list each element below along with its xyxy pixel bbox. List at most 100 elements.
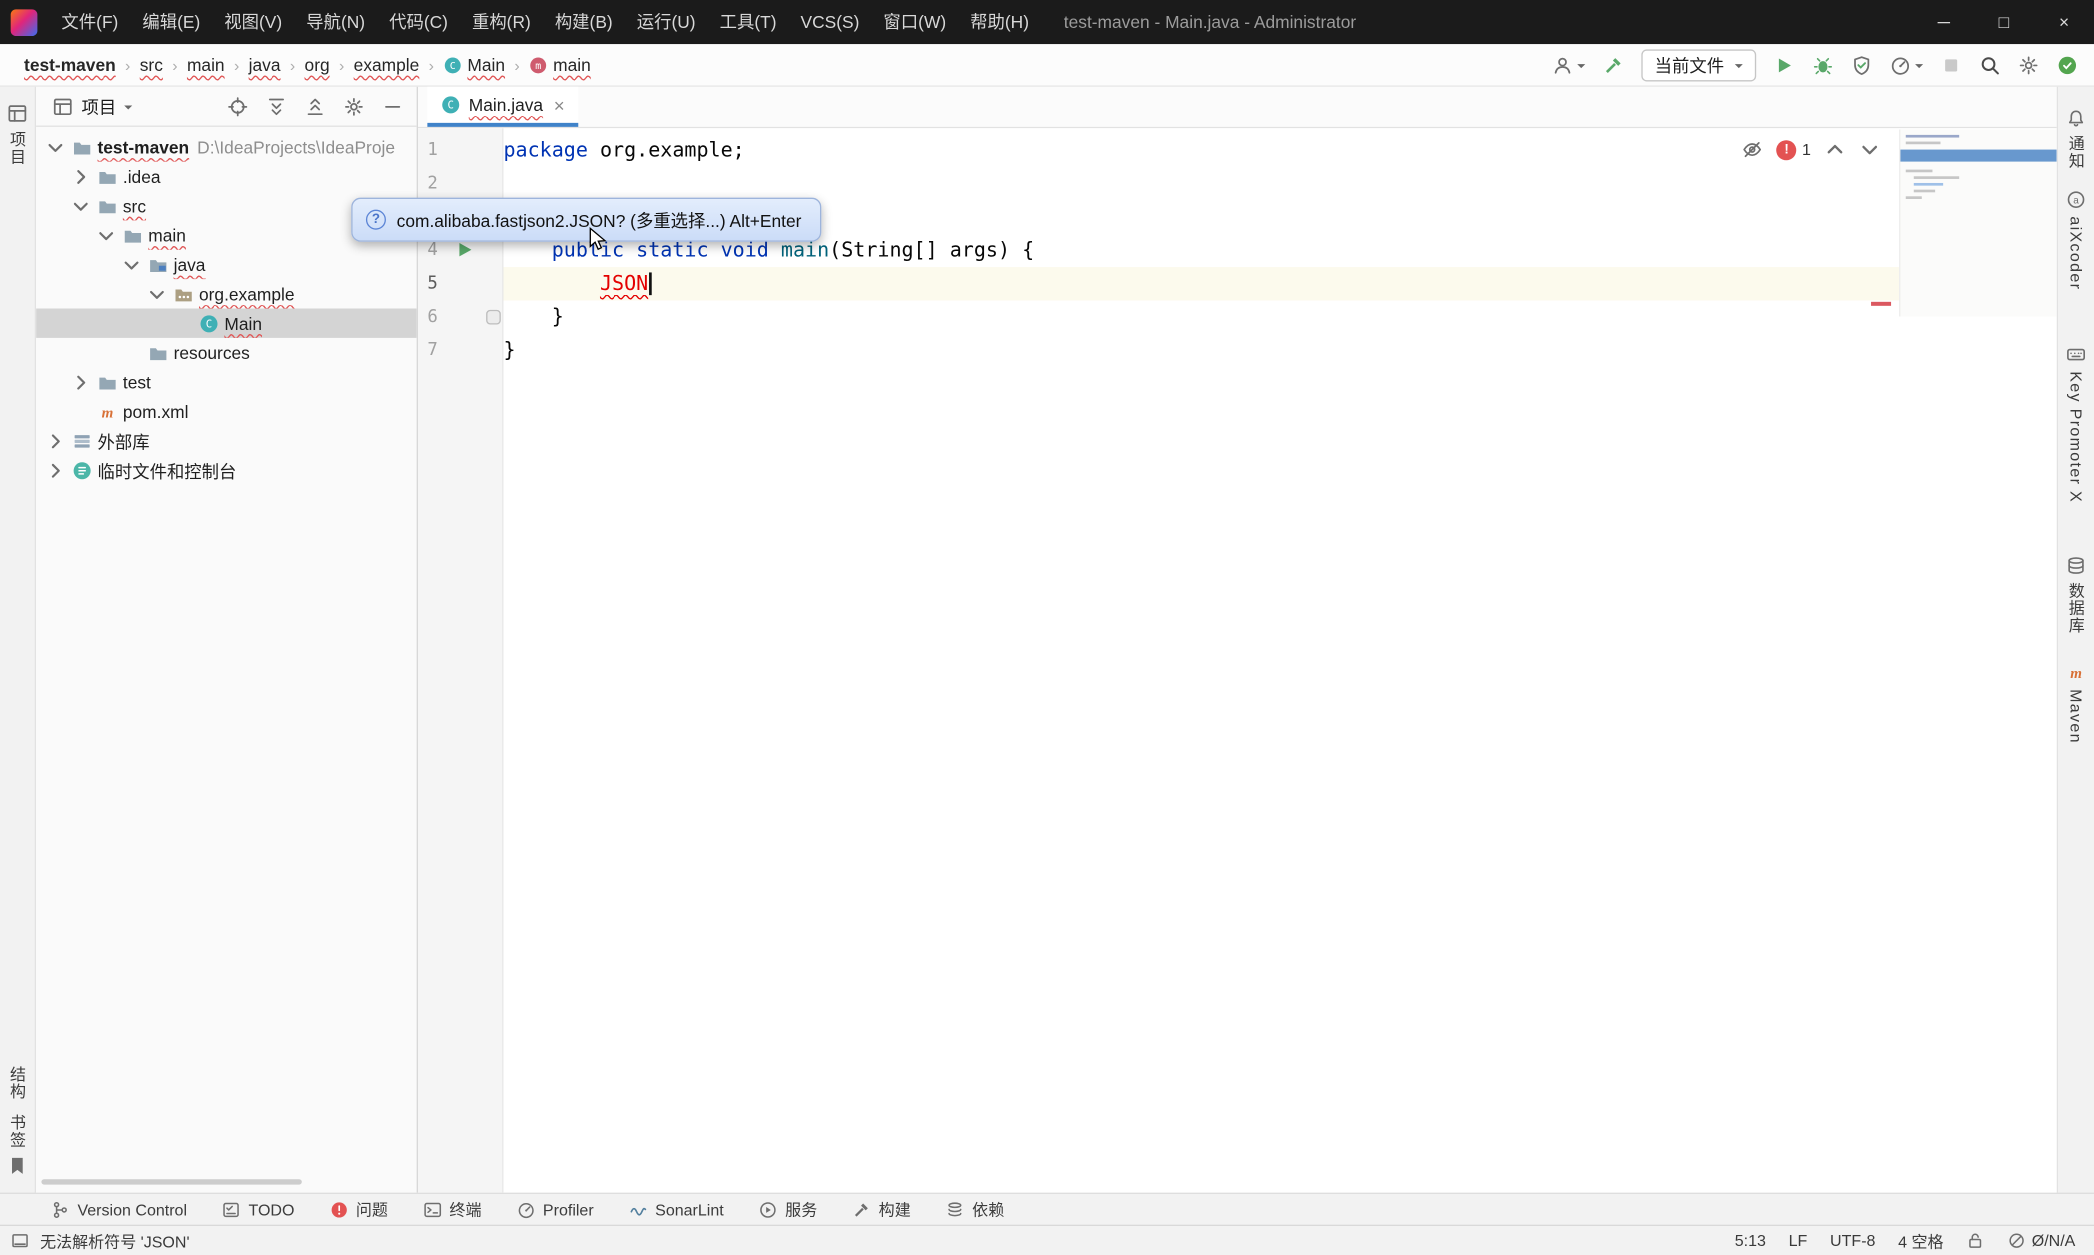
tool-window-构建-button[interactable]: 构建 bbox=[852, 1198, 911, 1221]
breadcrumb-item-main[interactable]: mmain bbox=[529, 55, 591, 75]
tree-item-main[interactable]: CMain bbox=[36, 309, 417, 338]
tab-main-java[interactable]: C Main.java × bbox=[427, 87, 578, 127]
breadcrumb-item-org[interactable]: org bbox=[305, 55, 330, 75]
search-everywhere-button[interactable] bbox=[1979, 54, 2000, 75]
run-button[interactable] bbox=[1774, 54, 1795, 75]
tree-item-pom.xml[interactable]: mpom.xml bbox=[36, 397, 417, 426]
breadcrumb-item-java[interactable]: java bbox=[249, 55, 281, 75]
tree-item-org.example[interactable]: org.example bbox=[36, 279, 417, 308]
debug-button[interactable] bbox=[1812, 54, 1833, 75]
settings-button[interactable] bbox=[2018, 54, 2039, 75]
bookmark-icon[interactable] bbox=[7, 1155, 28, 1176]
expand-all-icon[interactable] bbox=[266, 95, 287, 116]
user-menu[interactable] bbox=[1552, 54, 1585, 75]
menu-item-构建-b-[interactable]: 构建(B) bbox=[543, 0, 625, 44]
menu-item-vcs-s-[interactable]: VCS(S) bbox=[789, 0, 872, 44]
menu-item-导航-n-[interactable]: 导航(N) bbox=[294, 0, 377, 44]
hide-panel-icon[interactable] bbox=[382, 95, 403, 116]
lock-icon[interactable] bbox=[1966, 1231, 1985, 1250]
maximize-button[interactable]: □ bbox=[1974, 0, 2034, 44]
minimize-button[interactable]: ─ bbox=[1914, 0, 1974, 44]
menu-item-代码-c-[interactable]: 代码(C) bbox=[377, 0, 460, 44]
tool-window-通知-button[interactable]: 通知 bbox=[2066, 108, 2086, 176]
plugin-icon[interactable] bbox=[2057, 54, 2078, 75]
locate-icon[interactable] bbox=[227, 95, 248, 116]
menu-item-窗口-w-[interactable]: 窗口(W) bbox=[871, 0, 958, 44]
breadcrumb-item-src[interactable]: src bbox=[140, 55, 163, 75]
tree-item-resources[interactable]: resources bbox=[36, 338, 417, 367]
prev-error-icon[interactable] bbox=[1824, 139, 1845, 160]
build-hammer-icon[interactable] bbox=[1603, 54, 1624, 75]
code-area[interactable]: package org.example;public class Main { … bbox=[503, 128, 2056, 1192]
menu-item-帮助-h-[interactable]: 帮助(H) bbox=[958, 0, 1041, 44]
tool-window-version-control-button[interactable]: Version Control bbox=[51, 1200, 187, 1219]
error-stripe-mark[interactable] bbox=[1871, 302, 1891, 306]
gutter-line-1: 1 bbox=[418, 134, 502, 167]
tool-window-bookmarks-button[interactable]: 书签 bbox=[9, 1114, 25, 1149]
tree-item-临时文件和控制台[interactable]: 临时文件和控制台 bbox=[36, 455, 417, 484]
code-line-2[interactable] bbox=[503, 167, 2056, 200]
run-config-select[interactable]: 当前文件 bbox=[1641, 49, 1756, 81]
coverage-button[interactable] bbox=[1851, 54, 1872, 75]
tool-window-label: 构建 bbox=[879, 1198, 911, 1221]
tool-window-终端-button[interactable]: 终端 bbox=[423, 1198, 482, 1221]
caret-position[interactable]: 5:13 bbox=[1735, 1231, 1766, 1250]
breadcrumb-item-test-maven[interactable]: test-maven bbox=[24, 55, 116, 75]
tool-window-数据库-button[interactable]: 数据库 bbox=[2066, 556, 2086, 641]
next-error-icon[interactable] bbox=[1859, 139, 1880, 160]
tool-window-structure-button[interactable]: 结构 bbox=[9, 1066, 25, 1101]
code-line-6[interactable]: } bbox=[503, 300, 2056, 333]
menu-item-视图-v-[interactable]: 视图(V) bbox=[212, 0, 294, 44]
editor[interactable]: 1234567 package org.example;public class… bbox=[418, 128, 2057, 1192]
tree-item-外部库[interactable]: 外部库 bbox=[36, 426, 417, 455]
chevron-none-icon bbox=[71, 401, 91, 421]
tree-item-java[interactable]: java bbox=[36, 250, 417, 279]
horizontal-scrollbar[interactable] bbox=[41, 1179, 301, 1184]
close-button[interactable]: × bbox=[2034, 0, 2094, 44]
tree-item-test[interactable]: test bbox=[36, 367, 417, 396]
import-suggestion-tooltip[interactable]: ? com.alibaba.fastjson2.JSON? (多重选择...) … bbox=[351, 198, 821, 242]
tool-window-依赖-button[interactable]: 依赖 bbox=[945, 1198, 1004, 1221]
file-encoding[interactable]: UTF-8 bbox=[1830, 1231, 1875, 1250]
code-line-7[interactable]: } bbox=[503, 334, 2056, 367]
profiler-button[interactable] bbox=[1890, 54, 1923, 75]
error-badge[interactable]: ! 1 bbox=[1777, 140, 1811, 160]
tool-window-sonarlint-button[interactable]: SonarLint bbox=[628, 1200, 723, 1219]
project-panel-toolbar bbox=[227, 95, 403, 116]
breadcrumb-item-main[interactable]: main bbox=[187, 55, 225, 75]
collapse-all-icon[interactable] bbox=[304, 95, 325, 116]
menu-item-重构-r-[interactable]: 重构(R) bbox=[460, 0, 543, 44]
breadcrumb-item-main[interactable]: CMain bbox=[443, 55, 505, 75]
panel-settings-icon[interactable] bbox=[343, 95, 364, 116]
indent-style[interactable]: 4 空格 bbox=[1898, 1229, 1943, 1252]
menu-item-文件-f-[interactable]: 文件(F) bbox=[49, 0, 130, 44]
menu-item-编辑-e-[interactable]: 编辑(E) bbox=[130, 0, 212, 44]
tool-window-服务-button[interactable]: 服务 bbox=[758, 1198, 817, 1221]
tree-item-test-maven[interactable]: test-mavenD:\IdeaProjects\IdeaProje bbox=[36, 132, 417, 161]
chevron-down-icon bbox=[1735, 63, 1743, 71]
run-gutter-icon[interactable] bbox=[459, 243, 471, 256]
tool-window-project-button[interactable]: 项目 bbox=[7, 87, 28, 172]
analysis-widget[interactable]: Ø/N/A bbox=[2008, 1231, 2076, 1250]
code-line-5[interactable]: JSON bbox=[503, 267, 2056, 300]
main-content: 项目 结构 书签 项目 test-mavenD: bbox=[0, 87, 2094, 1193]
tool-window-aixcoder-button[interactable]: aaiXcoder bbox=[2066, 190, 2086, 297]
tool-window-key-promoter-x-button[interactable]: Key Promoter X bbox=[2066, 345, 2086, 510]
highlight-level-icon[interactable] bbox=[1742, 139, 1763, 160]
tool-window-maven-button[interactable]: mMaven bbox=[2066, 663, 2086, 751]
tool-window-profiler-button[interactable]: Profiler bbox=[516, 1200, 593, 1219]
minimap-viewport[interactable] bbox=[1900, 150, 2056, 162]
project-panel-title[interactable]: 项目 bbox=[81, 93, 116, 118]
chevron-down-icon[interactable] bbox=[124, 105, 132, 113]
toolwindow-toggle-icon[interactable] bbox=[11, 1231, 30, 1250]
breadcrumb-item-example[interactable]: example bbox=[354, 55, 420, 75]
menu-item-工具-t-[interactable]: 工具(T) bbox=[708, 0, 789, 44]
line-separator[interactable]: LF bbox=[1789, 1231, 1808, 1250]
close-tab-icon[interactable]: × bbox=[554, 94, 565, 115]
stop-button[interactable] bbox=[1940, 54, 1961, 75]
menu-item-运行-u-[interactable]: 运行(U) bbox=[625, 0, 708, 44]
tree-item-.idea[interactable]: .idea bbox=[36, 162, 417, 191]
tool-window-todo-button[interactable]: TODO bbox=[222, 1200, 295, 1219]
tool-window-问题-button[interactable]: 问题 bbox=[329, 1198, 388, 1221]
minimap[interactable] bbox=[1899, 130, 2057, 317]
